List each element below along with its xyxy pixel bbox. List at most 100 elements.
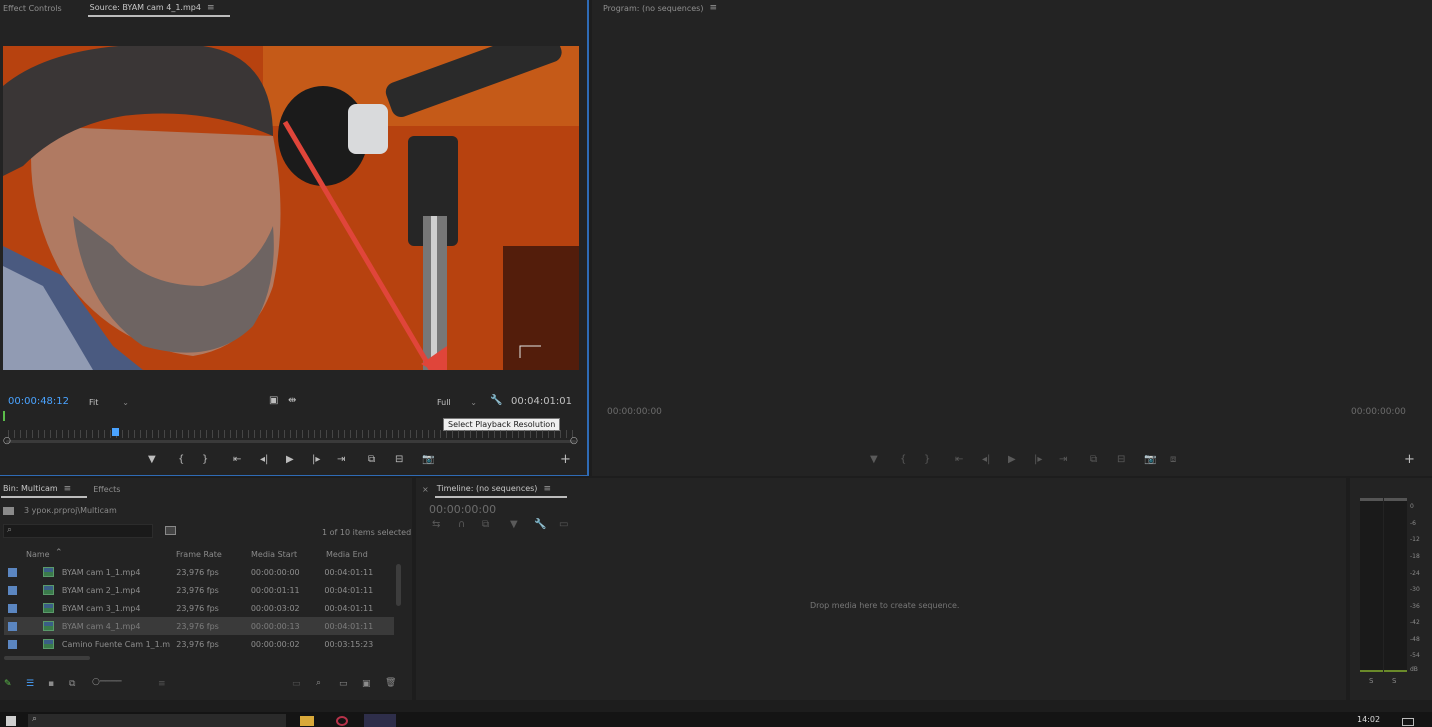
zoom-slider[interactable]: ○────	[92, 677, 122, 687]
zoom-select[interactable]: Fit ⌄	[86, 396, 132, 408]
add-marker-icon[interactable]: ▼	[510, 519, 518, 531]
step-back-icon[interactable]: ◂|	[982, 454, 990, 466]
source-current-timecode[interactable]: 00:00:48:12	[8, 396, 69, 407]
step-forward-icon[interactable]: |▸	[1034, 454, 1042, 466]
panel-menu-icon[interactable]: ≡	[709, 3, 717, 13]
label-color-swatch[interactable]	[8, 603, 17, 613]
file-explorer-icon[interactable]	[300, 716, 314, 726]
label-color-swatch[interactable]	[8, 621, 17, 631]
tab-source[interactable]: Source: BYAM cam 4_1.mp4 ≡	[87, 3, 231, 17]
table-row[interactable]: BYAM cam 3_1.mp4 23,976 fps 00:00:03:02 …	[4, 599, 394, 617]
comparison-view-icon[interactable]: ⧈	[1170, 454, 1176, 466]
new-item-icon[interactable]: ▣	[362, 679, 371, 689]
play-icon[interactable]: ▶	[286, 454, 294, 466]
playback-resolution-select[interactable]: Full ⌄	[434, 396, 480, 408]
go-to-out-icon[interactable]: ⇥	[337, 454, 345, 466]
snap-icon[interactable]: ∩	[458, 519, 465, 531]
timeline-tab[interactable]: Timeline: (no sequences) ≡	[434, 484, 568, 498]
button-editor-plus-icon[interactable]: +	[560, 453, 571, 466]
tab-bin-multicam[interactable]: Bin: Multicam ≡	[0, 484, 88, 498]
mark-out-icon[interactable]: }	[924, 454, 930, 466]
program-current-timecode[interactable]: 00:00:00:00	[607, 407, 662, 417]
table-row[interactable]: Camino Fuente Cam 1_1.m 23,976 fps 00:00…	[4, 635, 394, 653]
drag-video-icon[interactable]: ⇹	[288, 395, 296, 407]
export-frame-icon[interactable]: 📷	[422, 454, 434, 466]
export-frame-icon[interactable]: 📷	[1144, 454, 1156, 466]
wrench-icon[interactable]: 🔧	[490, 395, 502, 407]
play-icon[interactable]: ▶	[1008, 454, 1016, 466]
clip-media-end: 00:03:15:23	[324, 639, 374, 649]
program-tab-title[interactable]: Program: (no sequences)	[603, 4, 703, 13]
list-view-icon[interactable]: ☰	[26, 679, 34, 689]
column-media-start[interactable]: Media Start	[251, 550, 297, 559]
start-icon[interactable]	[6, 716, 16, 726]
app-icon[interactable]	[336, 716, 348, 726]
captions-icon[interactable]: ▭	[559, 519, 568, 531]
new-bin-icon[interactable]: ▭	[339, 679, 348, 689]
nest-icon[interactable]: ⇆	[432, 519, 440, 531]
vertical-scrollbar[interactable]	[396, 564, 401, 606]
wrench-icon[interactable]: 🔧	[534, 519, 546, 531]
label-color-swatch[interactable]	[8, 639, 17, 649]
add-marker-icon[interactable]: ▼	[870, 454, 878, 466]
label-color-swatch[interactable]	[8, 567, 17, 577]
solo-button-left[interactable]: S	[1369, 677, 1373, 685]
sort-icons-icon[interactable]: ≡	[158, 679, 166, 689]
notification-icon[interactable]	[1402, 718, 1414, 726]
add-marker-icon[interactable]: ▼	[148, 454, 156, 466]
step-back-icon[interactable]: ◂|	[260, 454, 268, 466]
find-icon[interactable]: ⌕	[316, 678, 321, 688]
automate-to-sequence-icon[interactable]: ▭	[292, 679, 301, 689]
zoom-bar-left-handle[interactable]: ○	[3, 435, 11, 447]
label-color-swatch[interactable]	[8, 585, 17, 595]
table-row[interactable]: BYAM cam 1_1.mp4 23,976 fps 00:00:00:00 …	[4, 563, 394, 581]
column-media-end[interactable]: Media End	[326, 550, 368, 559]
insert-icon[interactable]: ⧉	[368, 454, 375, 466]
freeform-view-icon[interactable]: ⧉	[69, 679, 75, 689]
trash-icon[interactable]: 🗑	[385, 678, 396, 688]
go-to-in-icon[interactable]: ⇤	[233, 454, 241, 466]
go-to-out-icon[interactable]: ⇥	[1059, 454, 1067, 466]
lift-icon[interactable]: ⧉	[1090, 454, 1097, 466]
close-icon[interactable]: ×	[422, 485, 429, 494]
linked-selection-icon[interactable]: ⧉	[482, 519, 489, 531]
go-to-in-icon[interactable]: ⇤	[955, 454, 963, 466]
column-name[interactable]: Name	[26, 550, 50, 559]
premiere-taskbar-icon[interactable]	[364, 714, 396, 727]
mark-in-icon[interactable]: {	[900, 454, 906, 466]
table-row-selected[interactable]: BYAM cam 4_1.mp4 23,976 fps 00:00:00:13 …	[4, 617, 394, 635]
panel-menu-icon[interactable]: ≡	[543, 484, 551, 494]
tab-effects[interactable]: Effects	[93, 485, 120, 494]
table-row[interactable]: BYAM cam 2_1.mp4 23,976 fps 00:00:01:11 …	[4, 581, 394, 599]
button-editor-plus-icon[interactable]: +	[1404, 453, 1415, 466]
clip-frame-rate: 23,976 fps	[176, 567, 219, 577]
in-marker[interactable]	[3, 411, 5, 421]
icon-view-icon[interactable]: ▪	[48, 679, 54, 689]
settings-panel-icon[interactable]: ▣	[269, 395, 278, 407]
search-input[interactable]: ⌕	[3, 524, 153, 538]
solo-button-right[interactable]: S	[1392, 677, 1396, 685]
panel-menu-icon[interactable]: ≡	[207, 3, 215, 13]
source-video-frame[interactable]	[3, 46, 579, 370]
mark-out-icon[interactable]: }	[202, 454, 208, 466]
pencil-icon[interactable]: ✎	[4, 679, 12, 689]
taskbar-search-input[interactable]: ⌕	[28, 714, 286, 727]
panel-menu-icon[interactable]: ≡	[64, 484, 72, 494]
video-content-illustration	[3, 46, 579, 370]
zoom-bar[interactable]	[6, 440, 576, 443]
horizontal-scrollbar[interactable]	[4, 656, 90, 660]
tab-source-label: Source: BYAM cam 4_1.mp4	[89, 3, 201, 12]
new-search-bin-icon[interactable]	[165, 526, 176, 535]
tab-effect-controls[interactable]: Effect Controls	[3, 4, 62, 13]
zoom-bar-right-handle[interactable]: ○	[570, 435, 578, 447]
extract-icon[interactable]: ⊟	[1117, 454, 1125, 466]
mark-in-icon[interactable]: {	[178, 454, 184, 466]
overwrite-icon[interactable]: ⊟	[395, 454, 403, 466]
os-taskbar: ⌕ 14:02	[0, 712, 1432, 727]
sort-ascending-icon[interactable]: ⌃	[55, 548, 63, 558]
column-frame-rate[interactable]: Frame Rate	[176, 550, 222, 559]
playhead-marker[interactable]	[112, 428, 119, 436]
source-time-ruler[interactable]	[8, 430, 575, 438]
step-forward-icon[interactable]: |▸	[312, 454, 320, 466]
timeline-timecode[interactable]: 00:00:00:00	[429, 503, 496, 516]
